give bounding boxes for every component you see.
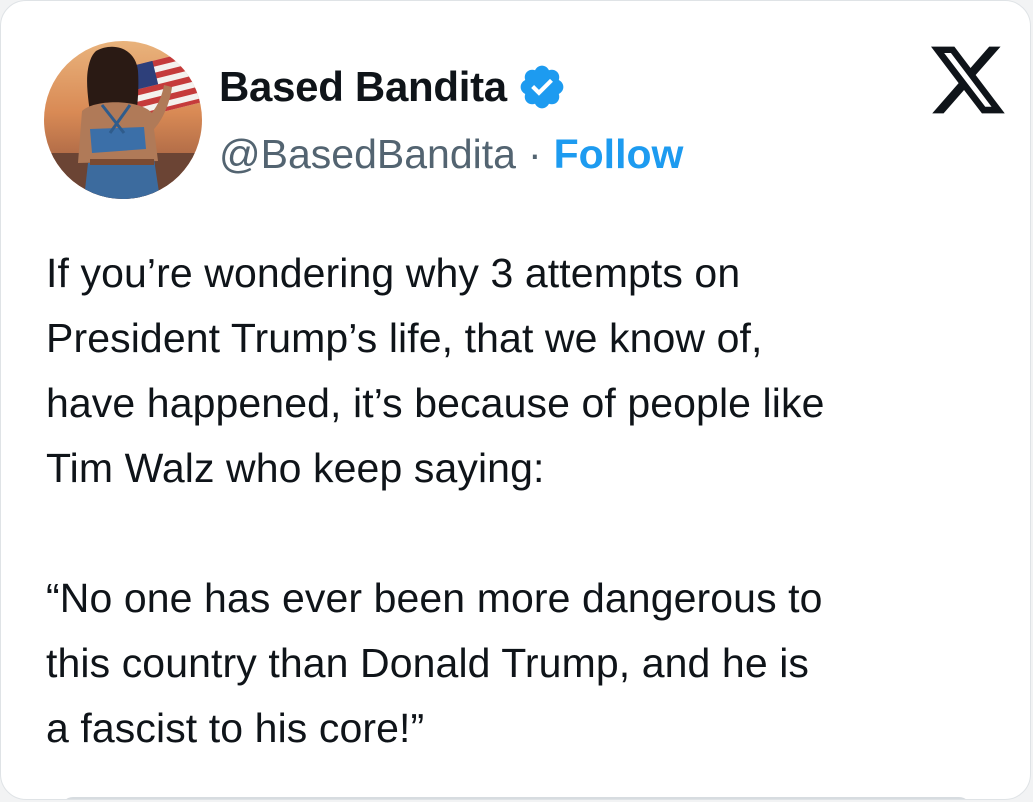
author-avatar[interactable] bbox=[44, 41, 202, 199]
tweet-body-text: If you’re wondering why 3 attempts on Pr… bbox=[46, 250, 825, 751]
author-display-name[interactable]: Based Bandita bbox=[219, 63, 507, 111]
avatar-image bbox=[44, 41, 202, 199]
author-handle-row: @BasedBandita · Follow bbox=[219, 129, 683, 179]
follow-button[interactable]: Follow bbox=[554, 131, 684, 178]
verified-badge-icon bbox=[517, 62, 567, 112]
embedded-card-edge bbox=[61, 797, 971, 799]
author-name-row: Based Bandita bbox=[219, 61, 567, 113]
author-handle[interactable]: @BasedBandita bbox=[219, 131, 516, 178]
x-logo-icon[interactable] bbox=[931, 46, 1005, 114]
tweet-card: Based Bandita @BasedBandita · Follow If … bbox=[0, 0, 1031, 800]
separator-dot: · bbox=[527, 130, 542, 177]
